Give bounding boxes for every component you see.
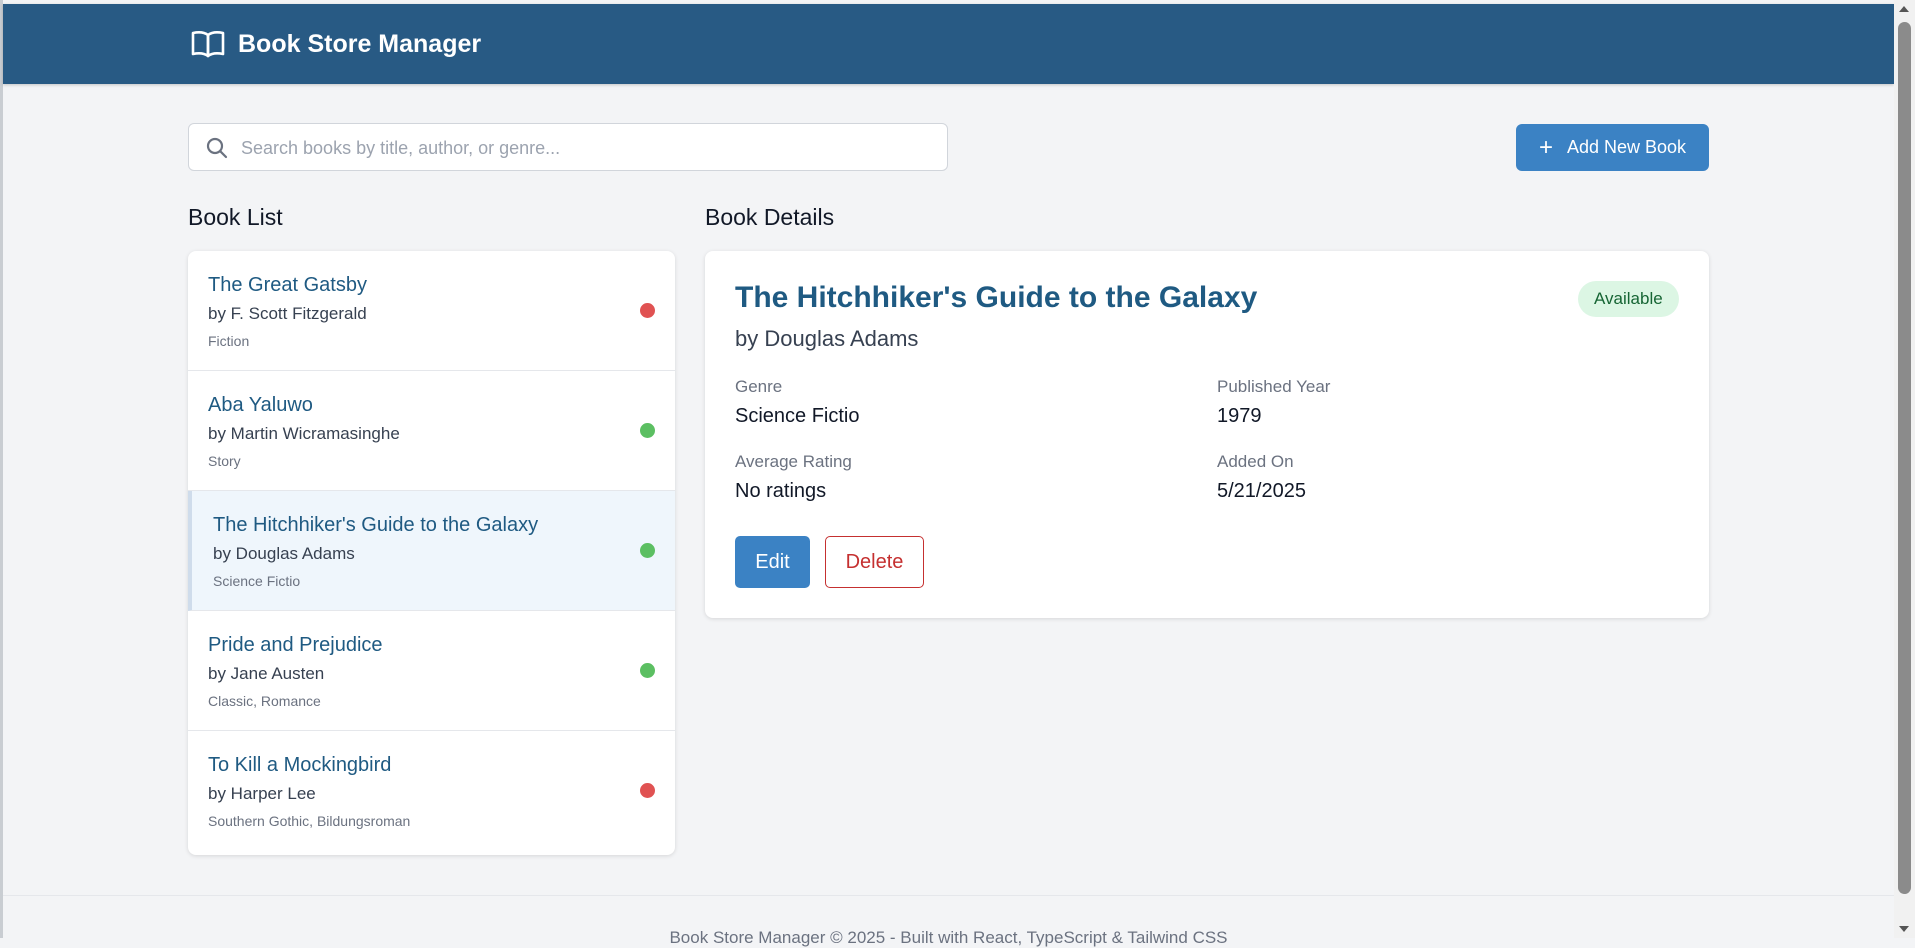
book-genre: Classic, Romance — [208, 693, 321, 709]
delete-button[interactable]: Delete — [825, 536, 924, 588]
footer: Book Store Manager © 2025 - Built with R… — [3, 895, 1894, 947]
scrollbar-thumb[interactable] — [1898, 22, 1911, 894]
scroll-up-arrow-icon[interactable] — [1899, 6, 1909, 12]
book-title: To Kill a Mockingbird — [208, 754, 392, 776]
average-rating-label: Average Rating — [735, 452, 852, 471]
scroll-down-arrow-icon[interactable] — [1899, 926, 1909, 932]
status-dot — [640, 303, 655, 318]
book-list: The Great Gatsby by F. Scott Fitzgerald … — [188, 251, 675, 855]
book-author: by Jane Austen — [208, 664, 325, 683]
list-item[interactable]: The Great Gatsby by F. Scott Fitzgerald … — [188, 251, 675, 371]
list-item[interactable]: Pride and Prejudice by Jane Austen Class… — [188, 611, 675, 731]
list-item-selected[interactable]: The Hitchhiker's Guide to the Galaxy by … — [188, 491, 675, 611]
plus-icon: + — [1538, 133, 1553, 161]
book-details-card: The Hitchhiker's Guide to the Galaxy by … — [705, 251, 1709, 618]
book-details-heading: Book Details — [705, 204, 835, 230]
added-on-label: Added On — [1217, 452, 1294, 471]
book-title: The Great Gatsby — [208, 274, 367, 296]
status-dot — [640, 423, 655, 438]
add-new-book-label: Add New Book — [1566, 137, 1687, 157]
status-badge: Available — [1578, 281, 1679, 317]
book-genre: Science Fictio — [213, 573, 301, 589]
app-header: Book Store Manager — [3, 4, 1894, 84]
book-genre: Story — [208, 453, 241, 469]
book-title: Aba Yaluwo — [208, 394, 313, 416]
window-border — [0, 0, 3, 938]
search-box[interactable] — [188, 123, 948, 172]
search-input[interactable] — [239, 124, 933, 172]
detail-title: The Hitchhiker's Guide to the Galaxy — [735, 281, 1258, 314]
book-author: by Martin Wicramasinghe — [208, 424, 400, 443]
genre-value: Science Fictio — [735, 405, 860, 427]
vertical-scrollbar[interactable] — [1894, 0, 1915, 938]
book-author: by F. Scott Fitzgerald — [208, 304, 367, 323]
book-title: Pride and Prejudice — [208, 634, 383, 656]
book-open-icon — [191, 29, 225, 59]
published-year-value: 1979 — [1217, 405, 1262, 427]
published-year-label: Published Year — [1217, 377, 1331, 396]
search-icon — [205, 136, 229, 160]
book-author: by Douglas Adams — [213, 544, 355, 563]
added-on-value: 5/21/2025 — [1217, 480, 1306, 502]
add-new-book-button[interactable]: + Add New Book — [1516, 124, 1709, 171]
genre-label: Genre — [735, 377, 783, 396]
book-author: by Harper Lee — [208, 784, 316, 803]
list-item[interactable]: Aba Yaluwo by Martin Wicramasinghe Story — [188, 371, 675, 491]
detail-author: by Douglas Adams — [735, 326, 919, 351]
status-dot — [640, 783, 655, 798]
brand: Book Store Manager — [191, 4, 481, 84]
list-item[interactable]: To Kill a Mockingbird by Harper Lee Sout… — [188, 731, 675, 853]
edit-button[interactable]: Edit — [735, 536, 810, 588]
average-rating-value: No ratings — [735, 480, 827, 502]
footer-text: Book Store Manager © 2025 - Built with R… — [669, 928, 1228, 947]
app-title: Book Store Manager — [238, 29, 482, 58]
book-list-heading: Book List — [188, 204, 283, 230]
book-title: The Hitchhiker's Guide to the Galaxy — [213, 514, 539, 536]
status-dot — [640, 663, 655, 678]
book-genre: Fiction — [208, 333, 250, 349]
book-genre: Southern Gothic, Bildungsroman — [208, 813, 411, 829]
status-dot — [640, 543, 655, 558]
